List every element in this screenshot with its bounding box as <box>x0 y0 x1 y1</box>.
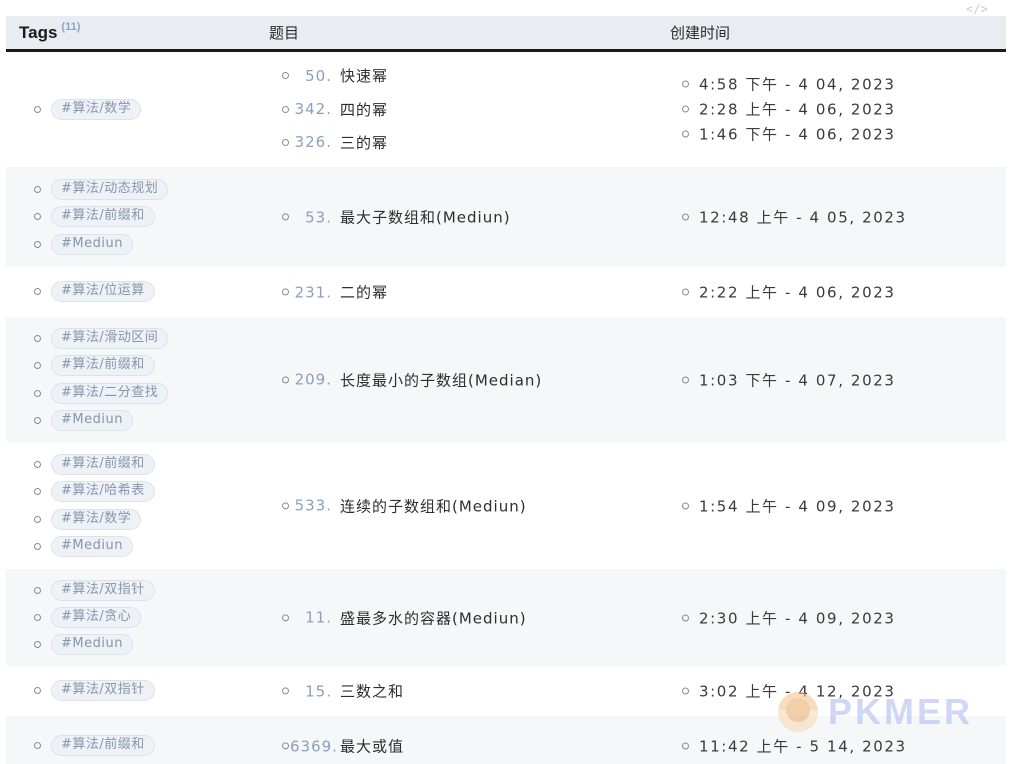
bullet-icon <box>682 288 689 296</box>
bullet-icon <box>34 586 41 594</box>
tag-link[interactable]: #算法/双指针 <box>51 579 155 601</box>
time-list-item: 2:22 上午 - 4 06, 2023 <box>682 280 1006 305</box>
table-row: #算法/滑动区间 #算法/前缀和 #算法/二分查找 #Mediun 209. 长度最小的子… <box>6 317 1006 442</box>
tag-list-item: #Mediun <box>34 533 256 560</box>
bullet-icon <box>682 687 689 695</box>
time-list: 2:30 上午 - 4 09, 2023 <box>6 605 1006 630</box>
bullet-icon <box>34 240 41 248</box>
created-time-value: 1:03 下午 - 4 07, 2023 <box>699 371 896 389</box>
bullet-icon <box>682 502 689 509</box>
bullet-icon <box>682 105 689 113</box>
bullet-icon <box>34 543 41 551</box>
tag-list-item: #算法/动态规划 <box>34 176 256 203</box>
bullet-icon <box>34 460 41 468</box>
tag-link[interactable]: #Mediun <box>51 233 133 255</box>
created-time-value: 4:58 下午 - 4 04, 2023 <box>699 75 896 94</box>
bullet-icon <box>34 641 41 649</box>
tag-list-item: #算法/前缀和 <box>34 451 256 478</box>
tag-link[interactable]: #Mediun <box>51 536 133 558</box>
time-list-item: 12:48 上午 - 4 05, 2023 <box>682 205 1006 230</box>
bullet-icon <box>682 614 689 621</box>
created-time-value: 2:28 上午 - 4 06, 2023 <box>699 100 896 119</box>
time-list-item: 1:03 下午 - 4 07, 2023 <box>682 367 1006 392</box>
created-time-value: 12:48 上午 - 4 05, 2023 <box>699 208 907 227</box>
time-list: 4:58 下午 - 4 04, 2023 2:28 上午 - 4 06, 2023… <box>6 72 1006 147</box>
tag-list-item: #Mediun <box>34 231 256 258</box>
table-row: #算法/双指针 #算法/贪心 #Mediun 11. 盛最多水的容器(Mediun) 2:… <box>6 569 1006 666</box>
bullet-icon <box>682 742 689 750</box>
tags-count-badge: (11) <box>61 21 81 34</box>
tag-list-item: #Mediun <box>34 631 256 658</box>
time-list-item: 1:54 上午 - 4 09, 2023 <box>682 493 1006 518</box>
created-time-value: 1:46 下午 - 4 06, 2023 <box>699 125 896 144</box>
bullet-icon <box>34 186 41 194</box>
created-time-value: 2:22 上午 - 4 06, 2023 <box>699 283 896 302</box>
bullet-icon <box>682 80 689 88</box>
tag-link[interactable]: #算法/前缀和 <box>51 453 155 475</box>
created-time-cell: 12:48 上午 - 4 05, 2023 <box>656 167 1006 267</box>
tag-link[interactable]: #算法/动态规划 <box>51 179 169 201</box>
table-header-row: Tags (11) 题目 创建时间 <box>6 16 1006 52</box>
tag-link[interactable]: #Mediun <box>51 410 133 432</box>
bullet-icon <box>682 376 689 383</box>
created-time-cell: 1:54 上午 - 4 09, 2023 <box>656 442 1006 569</box>
pkmer-watermark-text: PKMER <box>828 691 974 732</box>
tag-link[interactable]: #算法/滑动区间 <box>51 327 169 349</box>
dataview-table: Tags (11) 题目 创建时间 #算法/数学 50. 快速幂 342. 四的幂 326.… <box>6 16 1006 764</box>
time-list: 1:54 上午 - 4 09, 2023 <box>6 493 1006 518</box>
tags-header-label: Tags <box>19 23 58 43</box>
bullet-icon <box>682 130 689 138</box>
table-row: #算法/数学 50. 快速幂 342. 四的幂 326. 三的幂 4:58 下午 - 4 04… <box>6 50 1006 167</box>
time-list: 12:48 上午 - 4 05, 2023 <box>6 205 1006 230</box>
time-list-item: 4:58 下午 - 4 04, 2023 <box>682 72 1006 97</box>
table-row: #算法/前缀和 #算法/哈希表 #算法/数学 #Mediun 533. 连续的子数组和(M… <box>6 442 1006 569</box>
time-list-item: 2:30 上午 - 4 09, 2023 <box>682 605 1006 630</box>
column-header-tags[interactable]: Tags (11) <box>6 16 256 52</box>
tag-list-item: #算法/滑动区间 <box>34 325 256 352</box>
time-list-item: 1:46 下午 - 4 06, 2023 <box>682 122 1006 147</box>
code-view-icon[interactable]: </> <box>966 2 988 16</box>
bullet-icon <box>34 417 41 425</box>
title-header-label: 题目 <box>269 23 300 42</box>
tag-list-item: #算法/双指针 <box>34 576 256 603</box>
created-time-cell: 2:22 上午 - 4 06, 2023 <box>656 267 1006 317</box>
pkmer-watermark: PKMER <box>778 684 998 740</box>
time-list: 2:22 上午 - 4 06, 2023 <box>6 280 1006 305</box>
time-list-item: 2:28 上午 - 4 06, 2023 <box>682 97 1006 122</box>
bullet-icon <box>682 213 689 221</box>
time-header-label: 创建时间 <box>670 23 731 42</box>
tag-link[interactable]: #Mediun <box>51 634 133 656</box>
time-list: 1:03 下午 - 4 07, 2023 <box>6 367 1006 392</box>
pkmer-logo-icon <box>778 692 818 732</box>
table-row: #算法/动态规划 #算法/前缀和 #Mediun 53. 最大子数组和(Mediun) 1… <box>6 167 1006 267</box>
created-time-value: 2:30 上午 - 4 09, 2023 <box>699 609 896 627</box>
column-header-title[interactable]: 题目 <box>256 16 656 52</box>
tag-list-item: #Mediun <box>34 407 256 434</box>
created-time-cell: 1:03 下午 - 4 07, 2023 <box>656 317 1006 442</box>
created-time-cell: 4:58 下午 - 4 04, 2023 2:28 上午 - 4 06, 2023… <box>656 50 1006 167</box>
created-time-value: 1:54 上午 - 4 09, 2023 <box>699 497 896 515</box>
created-time-cell: 2:30 上午 - 4 09, 2023 <box>656 569 1006 666</box>
table-row: #算法/位运算 231. 二的幂 2:22 上午 - 4 06, 2023 <box>6 267 1006 317</box>
bullet-icon <box>34 334 41 342</box>
column-header-created-time[interactable]: 创建时间 <box>656 16 1006 52</box>
